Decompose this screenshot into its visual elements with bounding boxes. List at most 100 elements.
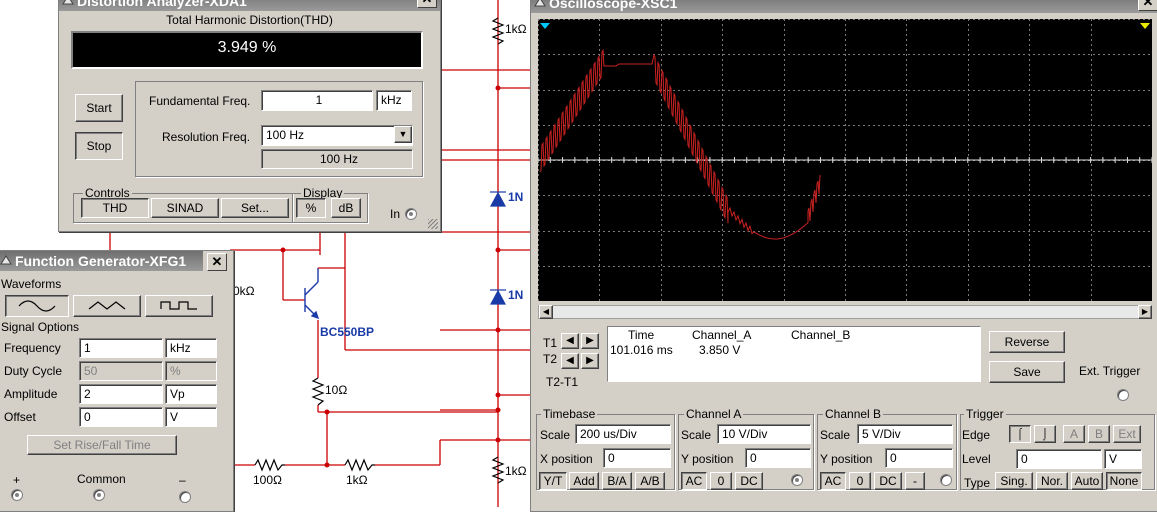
square-wave-icon	[160, 301, 197, 310]
frequency-unit[interactable]: kHz	[165, 338, 217, 358]
resistor-label-1k-bottom: 1kΩ	[346, 473, 368, 487]
falling-edge-icon[interactable]: ⌡	[1034, 425, 1056, 443]
scroll-left-icon[interactable]: ◀	[539, 305, 553, 319]
start-button[interactable]: Start	[75, 94, 123, 122]
close-icon[interactable]: ✕	[207, 253, 227, 271]
function-generator-titlebar[interactable]: Function Generator-XFG1	[0, 251, 203, 271]
offset-unit[interactable]: V	[165, 407, 217, 427]
channel-b-dc-button[interactable]: DC	[874, 472, 902, 490]
ext-trigger-label: Ext. Trigger	[1079, 364, 1141, 378]
in-terminal-icon[interactable]	[405, 208, 417, 220]
offset-label: Offset	[4, 410, 36, 424]
channel-a-ac-button[interactable]: AC	[681, 472, 707, 490]
channel-a-ypos-input[interactable]: 0	[745, 448, 811, 468]
db-button[interactable]: dB	[331, 198, 361, 218]
percent-button[interactable]: %	[296, 198, 326, 218]
in-terminal-label: In	[390, 207, 401, 221]
reverse-button[interactable]: Reverse	[989, 331, 1065, 353]
common-terminal-icon[interactable]	[93, 489, 105, 501]
close-icon[interactable]: ✕	[417, 0, 437, 8]
channel-b-terminal-icon[interactable]	[940, 474, 952, 486]
frequency-label: Frequency	[4, 341, 61, 355]
channel-b-minus-button[interactable]: -	[905, 472, 925, 490]
triangle-wave-button[interactable]	[73, 295, 141, 317]
t2-right-arrow-icon[interactable]: ▶	[581, 353, 599, 369]
add-button[interactable]: Add	[569, 472, 599, 490]
trigger-normal-button[interactable]: Nor.	[1036, 472, 1068, 490]
fundamental-freq-label: Fundamental Freq.	[149, 94, 251, 108]
diode-label-1: 1N	[508, 190, 524, 204]
ba-button[interactable]: B/A	[602, 472, 632, 490]
minus-terminal-icon[interactable]	[179, 491, 191, 503]
amplitude-label: Amplitude	[4, 387, 58, 401]
duty-cycle-label: Duty Cycle	[4, 364, 63, 378]
resolution-freq-readout: 100 Hz	[261, 149, 413, 169]
fundamental-freq-unit[interactable]: kHz	[376, 90, 412, 111]
resize-grip-icon[interactable]	[428, 219, 438, 229]
oscilloscope-titlebar[interactable]: Oscilloscope-XSC1	[531, 0, 1157, 13]
amplitude-input[interactable]: 2	[79, 384, 163, 404]
square-wave-button[interactable]	[145, 295, 213, 317]
set-button[interactable]: Set...	[221, 198, 289, 218]
resistor-100ohm	[254, 458, 285, 472]
trigger-a-button[interactable]: A	[1063, 425, 1085, 443]
save-button[interactable]: Save	[989, 361, 1065, 383]
row-channel-a-value: 3.850 V	[699, 343, 741, 357]
fundamental-freq-input[interactable]: 1	[261, 90, 373, 111]
transistor-label: BC550BP	[320, 325, 375, 339]
amplitude-unit[interactable]: Vp	[165, 384, 217, 404]
ext-trigger-icon[interactable]	[1117, 389, 1129, 401]
horizontal-scrollbar[interactable]: ◀ ▶	[538, 305, 1152, 319]
trigger-level-input[interactable]: 0	[1016, 449, 1102, 469]
scroll-right-icon[interactable]: ▶	[1138, 305, 1152, 319]
plus-terminal-icon[interactable]	[11, 489, 23, 501]
trigger-ext-button[interactable]: Ext	[1113, 425, 1141, 443]
set-rise-fall-button[interactable]: Set Rise/Fall Time	[27, 435, 177, 455]
channel-a-zero-button[interactable]: 0	[710, 472, 732, 490]
timebase-scale-input[interactable]: 200 us/Div	[575, 424, 671, 444]
trigger-single-button[interactable]: Sing.	[995, 472, 1033, 490]
oscilloscope-screen[interactable]	[538, 19, 1152, 301]
offset-input[interactable]: 0	[79, 407, 163, 427]
channel-b-ypos-input[interactable]: 0	[885, 448, 953, 468]
t2-left-arrow-icon[interactable]: ◀	[561, 353, 579, 369]
distortion-analyzer-titlebar[interactable]: Distortion Analyzer-XDA1	[59, 0, 440, 11]
oscilloscope-window: Oscilloscope-XSC1 ✕ ◀ ▶ T1 T2 ◀ ▶ ◀ ▶ T2…	[530, 0, 1157, 512]
rising-edge-icon[interactable]: ⌠	[1009, 425, 1031, 443]
t1-left-arrow-icon[interactable]: ◀	[561, 333, 579, 349]
trigger-level-unit[interactable]: V	[1104, 449, 1142, 469]
close-icon[interactable]: ✕	[1138, 0, 1157, 11]
col-channel-a-header: Channel_A	[692, 328, 752, 342]
ab-button[interactable]: A/B	[635, 472, 665, 490]
yt-button[interactable]: Y/T	[539, 472, 567, 490]
t1-right-arrow-icon[interactable]: ▶	[581, 333, 599, 349]
sine-wave-icon	[18, 300, 56, 312]
function-generator-window: Function Generator-XFG1 ✕ Waveforms Sign…	[0, 250, 234, 512]
thd-heading: Total Harmonic Distortion(THD)	[166, 13, 333, 27]
timebase-xpos-input[interactable]: 0	[603, 448, 671, 468]
resistor-label-10ohm: 10Ω	[325, 383, 348, 397]
generator-title: Function Generator-XFG1	[15, 253, 187, 269]
stop-button[interactable]: Stop	[75, 132, 123, 160]
trigger-level-label: Level	[962, 452, 991, 466]
channel-b-scale-input[interactable]: 5 V/Div	[857, 424, 953, 444]
channel-a-group-title: Channel A	[684, 407, 744, 421]
channel-a-dc-button[interactable]: DC	[735, 472, 763, 490]
channel-a-terminal-icon[interactable]	[791, 474, 803, 486]
sinad-button[interactable]: SINAD	[151, 198, 219, 218]
duty-cycle-unit: %	[165, 361, 217, 381]
channel-b-ac-button[interactable]: AC	[820, 472, 846, 490]
frequency-input[interactable]: 1	[79, 338, 163, 358]
resolution-freq-select[interactable]: 100 Hz ▼	[261, 125, 413, 146]
trigger-b-button[interactable]: B	[1088, 425, 1110, 443]
chevron-down-icon[interactable]: ▼	[394, 126, 412, 143]
resistor-label-top: 1kΩ	[505, 22, 527, 36]
thd-button[interactable]: THD	[81, 198, 149, 218]
trigger-none-button[interactable]: None	[1106, 472, 1142, 490]
timebase-group-title: Timebase	[541, 407, 598, 421]
channel-a-scale-input[interactable]: 10 V/Div	[717, 424, 811, 444]
sine-wave-button[interactable]	[5, 295, 69, 317]
channel-b-zero-button[interactable]: 0	[849, 472, 871, 490]
trigger-auto-button[interactable]: Auto	[1071, 472, 1103, 490]
t2-t1-label: T2-T1	[546, 375, 579, 389]
